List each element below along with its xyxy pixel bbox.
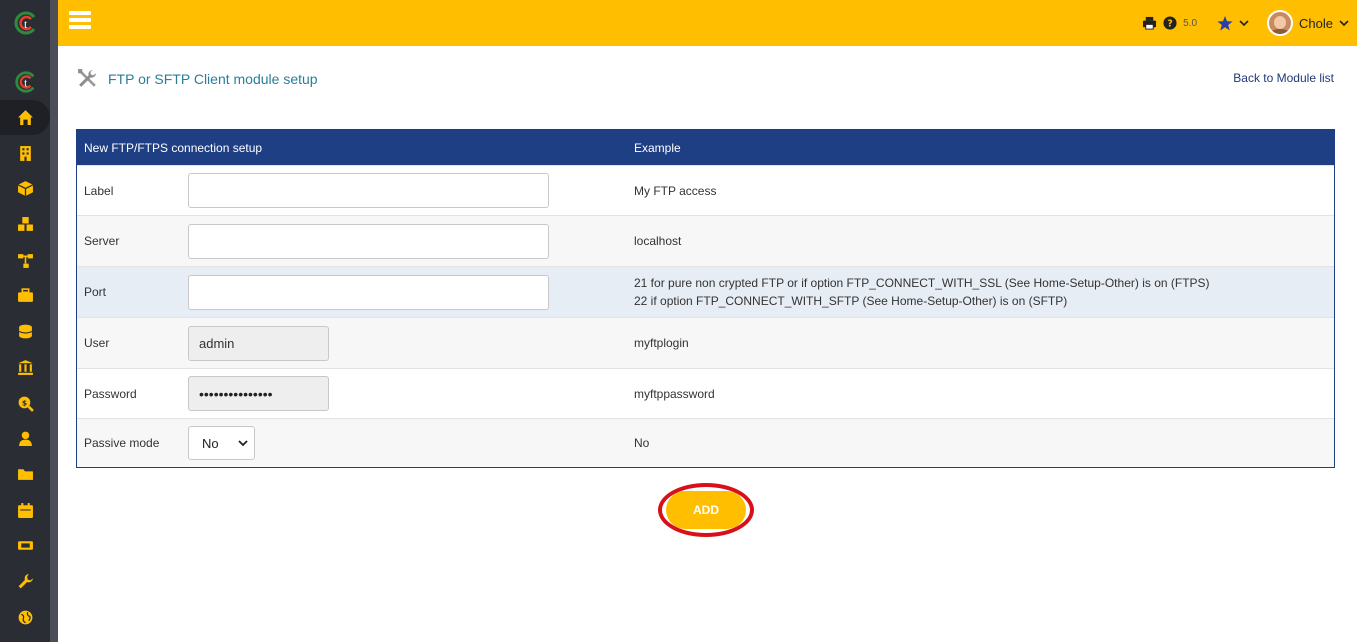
ticket-icon	[17, 541, 33, 551]
chevron-down-icon[interactable]	[1339, 19, 1349, 27]
label-input[interactable]	[188, 173, 549, 208]
example-text: No	[634, 436, 650, 450]
sidebar-item-users[interactable]	[0, 421, 50, 457]
column-header-setup: New FTP/FTPS connection setup	[84, 140, 263, 155]
globe-icon	[18, 610, 32, 625]
example-text: localhost	[634, 234, 682, 248]
sidebar-item-companies[interactable]	[0, 135, 50, 171]
menu-toggle-icon[interactable]	[69, 11, 91, 31]
field-label: User	[84, 336, 110, 350]
sidebar-item-accounting[interactable]: $	[0, 385, 50, 421]
wrench-icon	[18, 574, 33, 589]
calendar-icon	[17, 502, 33, 518]
sidebar-item-tools[interactable]	[0, 564, 50, 600]
help-icon[interactable]: ?	[1163, 16, 1177, 30]
field-label: Label	[84, 183, 114, 198]
sidebar-menu: t $	[0, 64, 50, 635]
boxes-icon	[17, 217, 33, 231]
table-row-password: Password ••••••••••••••• myftppassword	[77, 368, 1334, 418]
port-input[interactable]	[188, 274, 549, 310]
sidebar-item-stocks[interactable]	[0, 207, 50, 243]
passive-mode-value: No	[202, 435, 219, 451]
sidebar-item-website[interactable]	[0, 599, 50, 635]
coins-icon	[18, 324, 32, 339]
column-header-example: Example	[634, 140, 681, 155]
passive-mode-select[interactable]: No	[188, 426, 255, 460]
star-icon[interactable]	[1217, 15, 1233, 31]
logo-icon: t	[14, 11, 36, 35]
top-bar: ? 5.0 Chole	[58, 0, 1357, 46]
back-to-module-list-link[interactable]: Back to Module list	[1233, 71, 1334, 85]
field-label: Server	[84, 234, 120, 248]
table-header: New FTP/FTPS connection setup Example	[77, 130, 1334, 165]
chevron-down-icon[interactable]	[1239, 19, 1249, 27]
version-label: 5.0	[1183, 17, 1198, 29]
chevron-down-icon	[238, 439, 248, 446]
example-text: myftplogin	[634, 336, 689, 350]
table-row-user: User admin myftplogin	[77, 317, 1334, 368]
user-tie-icon	[18, 431, 32, 447]
field-label: Password	[84, 386, 137, 401]
sidebar-item-products[interactable]	[0, 171, 50, 207]
username[interactable]: Chole	[1299, 16, 1333, 31]
server-input[interactable]	[188, 223, 549, 259]
password-input[interactable]: •••••••••••••••	[188, 376, 329, 411]
bank-icon	[17, 359, 33, 375]
example-text: 21 for pure non crypted FTP or if option…	[627, 274, 1210, 310]
building-icon	[19, 145, 31, 161]
sidebar-item-bank[interactable]	[0, 350, 50, 386]
search-dollar-icon: $	[18, 396, 34, 412]
svg-text:$: $	[21, 398, 26, 407]
folder-icon	[17, 469, 33, 480]
home-icon	[17, 110, 33, 125]
tools-icon	[78, 69, 96, 87]
example-line: 21 for pure non crypted FTP or if option…	[634, 276, 1210, 290]
box-icon	[17, 181, 33, 197]
field-label: Passive mode	[84, 436, 160, 450]
sidebar-item-documents[interactable]	[0, 457, 50, 493]
app-logo[interactable]: t	[0, 0, 50, 46]
example-text: myftppassword	[634, 386, 715, 401]
table-row-passive-mode: Passive mode No No	[77, 418, 1334, 467]
example-line: 22 if option FTP_CONNECT_WITH_SFTP (See …	[634, 294, 1068, 308]
user-input[interactable]: admin	[188, 325, 329, 361]
add-button-highlight: ADD	[658, 483, 754, 537]
sidebar-item-home[interactable]	[0, 99, 50, 136]
field-label: Port	[84, 285, 107, 299]
svg-text:?: ?	[1167, 19, 1173, 30]
sidebar: t t $	[0, 0, 58, 642]
page-header: FTP or SFTP Client module setup	[77, 68, 318, 89]
avatar[interactable]	[1267, 10, 1294, 36]
page-title: FTP or SFTP Client module setup	[108, 70, 318, 87]
example-text: My FTP access	[634, 183, 717, 198]
sidebar-item-hrm[interactable]	[0, 278, 50, 314]
sidebar-item-billing[interactable]	[0, 314, 50, 350]
sidebar-item-projects[interactable]	[0, 242, 50, 278]
table-row-server: Server localhost	[77, 215, 1334, 266]
table-row-label: Label My FTP access	[77, 165, 1334, 215]
print-icon[interactable]	[1142, 16, 1157, 30]
ftp-setup-table: New FTP/FTPS connection setup Example La…	[76, 129, 1335, 468]
sidebar-item-tickets[interactable]	[0, 528, 50, 564]
add-button[interactable]: ADD	[666, 491, 746, 529]
top-bar-right: ? 5.0 Chole	[1142, 0, 1349, 46]
sidebar-item-logo[interactable]: t	[0, 64, 50, 100]
logo-icon: t	[15, 71, 35, 93]
table-row-port: Port 21 for pure non crypted FTP or if o…	[77, 266, 1334, 317]
sitemap-icon	[17, 253, 33, 268]
briefcase-icon	[17, 288, 33, 303]
sidebar-item-agenda[interactable]	[0, 492, 50, 528]
